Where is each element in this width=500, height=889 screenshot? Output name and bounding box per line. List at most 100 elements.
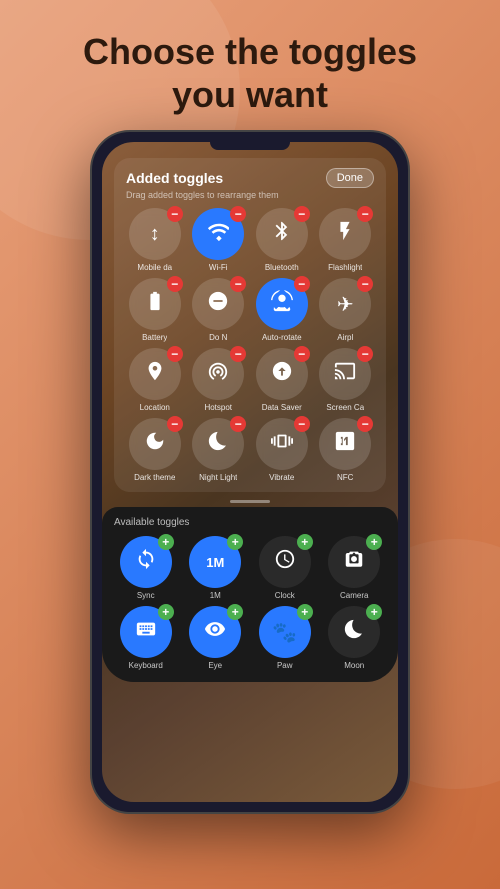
toggle-wifi[interactable]: − Wi-Fi: [190, 208, 248, 272]
toggle-label-wifi: Wi-Fi: [209, 263, 228, 272]
toggle-label-datasaver: Data Saver: [262, 403, 302, 412]
avail-camera[interactable]: + Camera: [323, 536, 387, 600]
toggle-flashlight[interactable]: − Flashlight: [317, 208, 375, 272]
location-icon: [144, 360, 166, 388]
toggle-label-flashlight: Flashlight: [328, 263, 362, 272]
night-light-icon: [207, 430, 229, 458]
toggle-circle-airplane: ✈ −: [319, 278, 371, 330]
toggle-screencast[interactable]: − Screen Ca: [317, 348, 375, 412]
sync-icon: [135, 548, 157, 576]
avail-circle-paw: 🐾 +: [259, 606, 311, 658]
avail-clock[interactable]: + Clock: [253, 536, 317, 600]
toggle-label-screencast: Screen Ca: [326, 403, 364, 412]
toggle-dnd[interactable]: − Do N: [190, 278, 248, 342]
toggle-label-dark-theme: Dark theme: [134, 473, 175, 482]
avail-label-1m: 1M: [210, 591, 221, 600]
avail-label-camera: Camera: [340, 591, 368, 600]
add-badge-camera: +: [366, 534, 382, 550]
toggle-label-dnd: Do N: [209, 333, 227, 342]
remove-badge-wifi: −: [230, 206, 246, 222]
camera-icon: [343, 548, 365, 576]
avail-label-paw: Paw: [277, 661, 293, 670]
1m-icon: 1M: [206, 555, 224, 570]
avail-circle-eye: +: [189, 606, 241, 658]
scroll-indicator: [230, 500, 270, 503]
added-toggles-grid: ↕ − Mobile da: [126, 208, 374, 482]
remove-badge-datasaver: −: [294, 346, 310, 362]
remove-badge-location: −: [167, 346, 183, 362]
section-header: Added toggles Done: [126, 168, 374, 188]
avail-circle-sync: +: [120, 536, 172, 588]
toggle-circle-wifi: −: [192, 208, 244, 260]
toggle-circle-location: −: [129, 348, 181, 400]
toggle-battery[interactable]: − Battery: [126, 278, 184, 342]
toggle-circle-vibrate: −: [256, 418, 308, 470]
hero-section: Choose the toggles you want: [0, 30, 500, 116]
avail-sync[interactable]: + Sync: [114, 536, 178, 600]
toggle-label-mobile-data: Mobile da: [137, 263, 172, 272]
toggle-night-light[interactable]: − Night Light: [190, 418, 248, 482]
remove-badge-vibrate: −: [294, 416, 310, 432]
toggle-circle-mobile-data: ↕ −: [129, 208, 181, 260]
toggle-circle-bluetooth: −: [256, 208, 308, 260]
clock-icon: [274, 548, 296, 576]
bluetooth-icon: [271, 220, 293, 248]
toggle-nfc[interactable]: − NFC: [317, 418, 375, 482]
toggle-hotspot[interactable]: − Hotspot: [190, 348, 248, 412]
toggle-autorotate[interactable]: − Auto-rotate: [253, 278, 311, 342]
avail-1m[interactable]: 1M + 1M: [184, 536, 248, 600]
toggle-circle-hotspot: −: [192, 348, 244, 400]
toggle-circle-battery: −: [129, 278, 181, 330]
vibrate-icon: [271, 430, 293, 458]
avail-eye[interactable]: + Eye: [184, 606, 248, 670]
toggle-circle-dnd: −: [192, 278, 244, 330]
toggle-label-battery: Battery: [142, 333, 167, 342]
toggle-circle-datasaver: −: [256, 348, 308, 400]
toggle-mobile-data[interactable]: ↕ − Mobile da: [126, 208, 184, 272]
toggle-datasaver[interactable]: − Data Saver: [253, 348, 311, 412]
toggle-vibrate[interactable]: − Vibrate: [253, 418, 311, 482]
toggle-label-airplane: Airpl: [337, 333, 353, 342]
avail-circle-camera: +: [328, 536, 380, 588]
added-toggles-title: Added toggles: [126, 170, 223, 186]
add-badge-keyboard: +: [158, 604, 174, 620]
screencast-icon: [334, 360, 356, 388]
remove-badge-flash: −: [357, 206, 373, 222]
page-title: Choose the toggles you want: [0, 30, 500, 116]
paw-icon: 🐾: [272, 620, 297, 645]
datasaver-icon: [271, 360, 293, 388]
remove-badge-bt: −: [294, 206, 310, 222]
add-badge-eye: +: [227, 604, 243, 620]
moon-icon: [343, 618, 365, 646]
avail-paw[interactable]: 🐾 + Paw: [253, 606, 317, 670]
remove-badge-battery: −: [167, 276, 183, 292]
available-toggles-title: Available toggles: [114, 517, 386, 528]
avail-label-keyboard: Keyboard: [129, 661, 163, 670]
avail-label-clock: Clock: [275, 591, 295, 600]
remove-badge-nfc: −: [357, 416, 373, 432]
flashlight-icon: [334, 220, 356, 248]
toggle-circle-flashlight: −: [319, 208, 371, 260]
toggle-circle-autorotate: −: [256, 278, 308, 330]
remove-badge-hotspot: −: [230, 346, 246, 362]
phone-frame: Added toggles Done Drag added toggles to…: [90, 130, 410, 814]
done-button[interactable]: Done: [326, 168, 374, 188]
toggle-location[interactable]: − Location: [126, 348, 184, 412]
avail-circle-1m: 1M +: [189, 536, 241, 588]
phone-mockup: Added toggles Done Drag added toggles to…: [90, 130, 410, 814]
available-toggles-grid: + Sync 1M + 1M: [114, 536, 386, 670]
toggle-label-autorotate: Auto-rotate: [262, 333, 302, 342]
remove-badge-dark-theme: −: [167, 416, 183, 432]
toggle-label-night-light: Night Light: [199, 473, 237, 482]
avail-moon[interactable]: + Moon: [323, 606, 387, 670]
toggle-airplane[interactable]: ✈ − Airpl: [317, 278, 375, 342]
toggle-bluetooth[interactable]: − Bluetooth: [253, 208, 311, 272]
hotspot-icon: [207, 360, 229, 388]
toggle-label-vibrate: Vibrate: [269, 473, 294, 482]
avail-keyboard[interactable]: + Keyboard: [114, 606, 178, 670]
remove-badge-night-light: −: [230, 416, 246, 432]
toggle-circle-dark-theme: −: [129, 418, 181, 470]
available-toggles-section: Available toggles +: [102, 507, 398, 682]
remove-badge-screencast: −: [357, 346, 373, 362]
toggle-dark-theme[interactable]: − Dark theme: [126, 418, 184, 482]
